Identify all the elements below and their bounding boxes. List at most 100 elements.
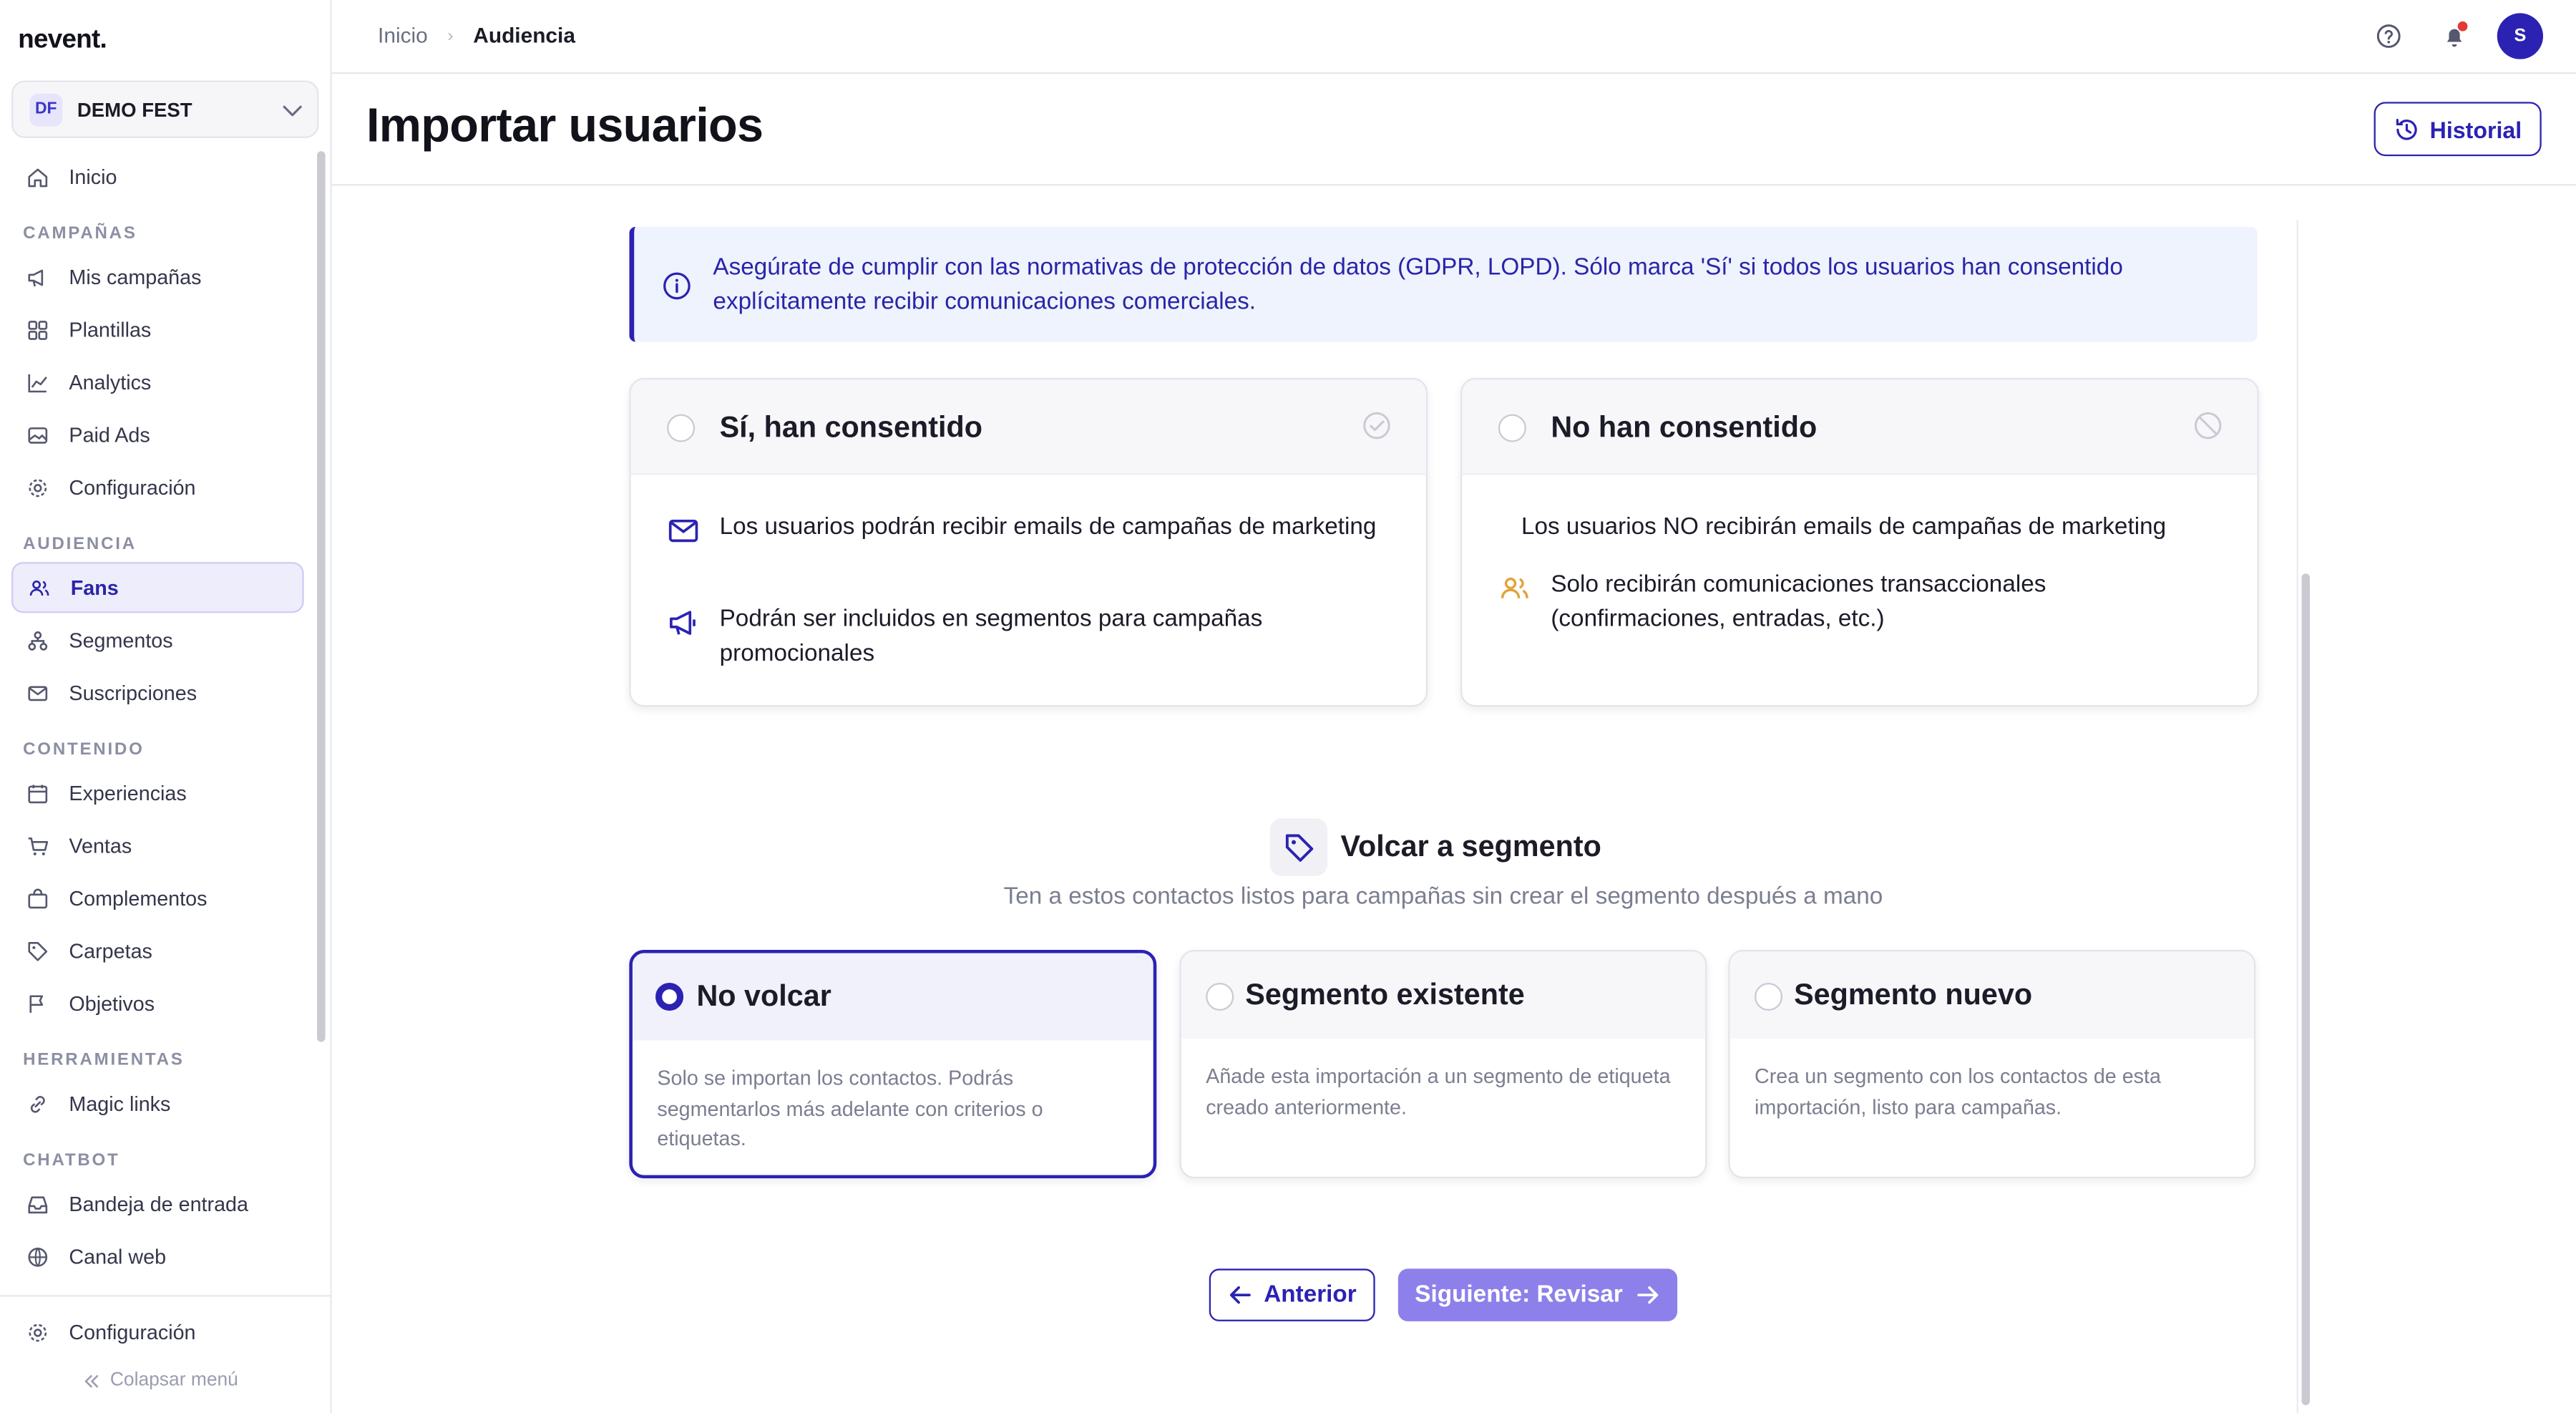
- content-scrollbar[interactable]: [2296, 220, 2313, 1413]
- top-bar: Inicio › Audiencia S: [331, 0, 2576, 74]
- consent-no-row1-text: Los usuarios NO recibirán emails de camp…: [1521, 514, 2167, 541]
- link-icon: [30, 1094, 45, 1112]
- top-actions: S: [2346, 13, 2544, 59]
- notification-badge: [2457, 21, 2468, 31]
- segments-icon: [28, 630, 48, 650]
- tag-icon: [28, 941, 48, 961]
- sidebar-item-label: Complementos: [69, 886, 208, 910]
- consent-yes-radio[interactable]: [667, 414, 696, 442]
- sidebar-item-suscripciones[interactable]: Suscripciones: [11, 667, 304, 718]
- sidebar-footer: Configuración Colapsar menú: [0, 1295, 332, 1413]
- sidebar-item-label: Mis campañas: [69, 265, 202, 288]
- tag-icon: [1284, 833, 1313, 861]
- users-icon: [1501, 577, 1528, 598]
- sidebar-item-ventas[interactable]: Ventas: [11, 820, 304, 871]
- consent-no-row-email: Los usuarios NO recibirán emails de camp…: [1521, 511, 2244, 545]
- organization-selector[interactable]: DF DEMO FEST: [11, 80, 319, 138]
- sidebar-scrollbar[interactable]: [317, 151, 326, 1042]
- sidebar-item-plantillas[interactable]: Plantillas: [11, 304, 304, 355]
- option-radio[interactable]: [1755, 982, 1783, 1011]
- org-name: DEMO FEST: [77, 97, 192, 121]
- breadcrumb-separator: ›: [447, 25, 454, 46]
- sidebar-item-bandeja-de-entrada[interactable]: Bandeja de entrada: [11, 1178, 304, 1229]
- cart-icon: [28, 836, 49, 855]
- collapse-menu-button[interactable]: Colapsar menú: [82, 1371, 238, 1390]
- option-radio[interactable]: [1206, 982, 1234, 1011]
- main-content: Asegúrate de cumplir con las normativas …: [331, 187, 2576, 1413]
- app-logo[interactable]: nevent.: [18, 26, 107, 56]
- segment-tag-badge: [1269, 818, 1328, 876]
- sidebar-item-canal-web[interactable]: Canal web: [11, 1231, 304, 1282]
- sidebar-item-footer-configuracion[interactable]: Configuración: [11, 1306, 304, 1357]
- sidebar-item-fans[interactable]: Fans: [11, 562, 304, 613]
- consent-no-card[interactable]: No han consentido Los usuarios NO recibi…: [1460, 378, 2259, 707]
- consent-no-radio[interactable]: [1498, 414, 1526, 442]
- option-header: Segmento nuevo: [1729, 951, 2254, 1039]
- image-icon: [28, 426, 48, 443]
- option-radio-selected[interactable]: [655, 982, 684, 1011]
- sidebar-item-label: Inicio: [69, 165, 117, 188]
- previous-button[interactable]: Anterior: [1209, 1268, 1375, 1321]
- sidebar-item-label: Segmentos: [69, 628, 173, 652]
- next-review-button[interactable]: Siguiente: Revisar: [1397, 1268, 1678, 1321]
- breadcrumb: Inicio › Audiencia: [378, 23, 575, 47]
- arrow-right-icon: [1636, 1286, 1658, 1304]
- consent-no-header: No han consentido: [1462, 379, 2258, 475]
- segment-section-title: Volcar a segmento: [1340, 830, 1601, 863]
- breadcrumb-home[interactable]: Inicio: [378, 23, 428, 47]
- user-avatar[interactable]: S: [2497, 13, 2544, 59]
- history-button[interactable]: Historial: [2373, 102, 2542, 157]
- sidebar-item-configuracion[interactable]: Configuración: [11, 462, 304, 513]
- sidebar-item-paid-ads[interactable]: Paid Ads: [11, 409, 304, 460]
- sidebar-item-label: Experiencias: [69, 781, 187, 805]
- sidebar-item-label: Ventas: [69, 834, 132, 858]
- sidebar-item-mis-campanas[interactable]: Mis campañas: [11, 251, 304, 302]
- history-button-label: Historial: [2429, 115, 2522, 142]
- globe-icon: [28, 1246, 48, 1266]
- sidebar-item-objetivos[interactable]: Objetivos: [11, 978, 304, 1029]
- sidebar-item-label: Suscripciones: [69, 681, 197, 704]
- sidebar: nevent. DF DEMO FEST Inicio CAMPAÑAS Mis…: [0, 0, 332, 1413]
- option-header: No volcar: [632, 953, 1153, 1041]
- help-icon: [2376, 24, 2401, 48]
- gdpr-alert: Asegúrate de cumplir con las normativas …: [629, 226, 2258, 342]
- sidebar-item-experiencias[interactable]: Experiencias: [11, 767, 304, 818]
- notifications-button[interactable]: [2431, 13, 2477, 59]
- arrow-left-icon: [1230, 1286, 1252, 1304]
- bag-icon: [28, 888, 48, 908]
- sidebar-item-inicio[interactable]: Inicio: [11, 151, 304, 202]
- calendar-icon: [28, 784, 48, 803]
- sidebar-item-magic-links[interactable]: Magic links: [11, 1078, 304, 1129]
- sidebar-item-carpetas[interactable]: Carpetas: [11, 926, 304, 976]
- content-scrollbar-thumb[interactable]: [2301, 573, 2311, 1405]
- page-header: Importar usuarios Historial: [331, 74, 2576, 186]
- option-header: Segmento existente: [1181, 951, 1706, 1039]
- segment-section-subtitle: Ten a estos contactos listos para campañ…: [1003, 884, 1883, 911]
- consent-yes-header: Sí, han consentido: [630, 379, 1426, 475]
- chart-line-icon: [28, 373, 47, 392]
- flag-icon: [29, 994, 44, 1012]
- gear-icon: [29, 1323, 47, 1341]
- consent-yes-title: Sí, han consentido: [719, 410, 982, 444]
- help-button[interactable]: [2366, 13, 2411, 59]
- option-no-volcar[interactable]: No volcar Solo se importan los contactos…: [629, 950, 1157, 1179]
- option-segmento-existente[interactable]: Segmento existente Añade esta importació…: [1179, 950, 1707, 1179]
- option-segmento-nuevo[interactable]: Segmento nuevo Crea un segmento con los …: [1728, 950, 2256, 1179]
- mail-icon: [28, 685, 48, 701]
- sidebar-item-complementos[interactable]: Complementos: [11, 873, 304, 923]
- sidebar-item-label: Canal web: [69, 1245, 167, 1268]
- consent-yes-row1-text: Los usuarios podrán recibir emails de ca…: [719, 514, 1377, 541]
- sidebar-item-label: Configuración: [69, 1320, 196, 1344]
- previous-button-label: Anterior: [1264, 1281, 1357, 1308]
- inbox-icon: [28, 1195, 48, 1213]
- sidebar-item-segmentos[interactable]: Segmentos: [11, 615, 304, 666]
- history-icon: [2396, 117, 2417, 140]
- consent-yes-card[interactable]: Sí, han consentido Los usuarios podrán r…: [629, 378, 1428, 707]
- page-title: Importar usuarios: [366, 100, 763, 153]
- sidebar-item-analytics[interactable]: Analytics: [11, 356, 304, 407]
- grid-icon: [28, 319, 48, 339]
- alert-text: Asegúrate de cumplir con las normativas …: [713, 254, 2123, 316]
- section-title-audiencia: AUDIENCIA: [23, 534, 137, 554]
- sidebar-item-label: Configuración: [69, 475, 196, 499]
- next-button-label: Siguiente: Revisar: [1415, 1281, 1623, 1308]
